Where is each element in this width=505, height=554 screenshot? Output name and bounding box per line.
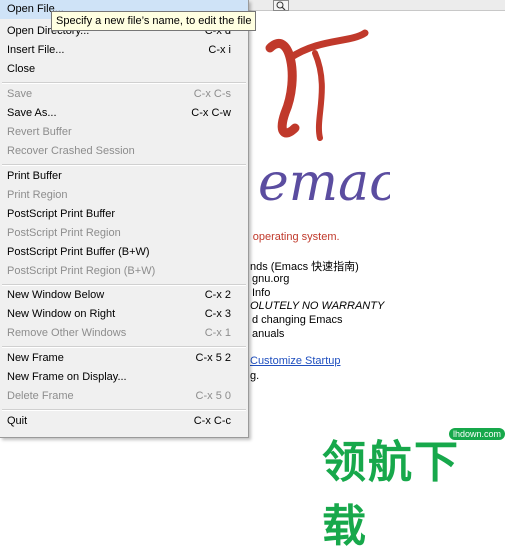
menu-item-new-window-right[interactable]: New Window on Right C-x 3: [0, 305, 248, 324]
file-menu: Open File... Open Directory... C-x d Inse…: [0, 0, 249, 438]
menu-separator: [2, 346, 246, 348]
menu-item-save-as[interactable]: Save As... C-x C-w: [0, 104, 248, 123]
os-line: ) operating system.: [246, 231, 340, 243]
tooltip: Specify a new file’s name, to edit the f…: [51, 11, 257, 31]
menu-item-remove-other-windows[interactable]: Remove Other Windows C-x 1: [0, 324, 248, 343]
menu-item-new-frame-display[interactable]: New Frame on Display...: [0, 368, 248, 387]
magnifier-icon: [276, 1, 286, 10]
logo-text: emacs: [258, 153, 390, 213]
menu-item-ps-print-buffer[interactable]: PostScript Print Buffer: [0, 205, 248, 224]
warranty-line: OLUTELY NO WARRANTY: [250, 300, 385, 312]
menu-item-new-window-below[interactable]: New Window Below C-x 2: [0, 286, 248, 305]
info-line: Info: [252, 287, 271, 299]
menu-item-save[interactable]: Save C-x C-s: [0, 85, 248, 104]
menu-item-ps-print-region-bw[interactable]: PostScript Print Region (B+W): [0, 262, 248, 281]
manuals-line: anuals: [252, 328, 285, 340]
g-line: g.: [250, 370, 260, 382]
gnu-line: gnu.org: [252, 273, 290, 285]
menu-separator: [2, 164, 246, 166]
changing-line: d changing Emacs: [252, 314, 343, 326]
search-toolbar-button[interactable]: [273, 0, 289, 11]
menu-item-delete-frame[interactable]: Delete Frame C-x 5 0: [0, 387, 248, 406]
menu-separator: [2, 82, 246, 84]
emacs-logo: emacs: [258, 29, 390, 213]
menu-item-print-buffer[interactable]: Print Buffer: [0, 167, 248, 186]
menu-item-print-region[interactable]: Print Region: [0, 186, 248, 205]
watermark-badge: lhdown.com: [448, 428, 505, 440]
menu-item-new-frame[interactable]: New Frame C-x 5 2: [0, 349, 248, 368]
customize-startup-link[interactable]: Customize Startup: [250, 355, 340, 367]
watermark-text: 领航下载: [322, 437, 460, 552]
menu-item-ps-print-buffer-bw[interactable]: PostScript Print Buffer (B+W): [0, 243, 248, 262]
watermark: 领航下载 lhdown.com: [322, 426, 505, 552]
menu-item-ps-print-region[interactable]: PostScript Print Region: [0, 224, 248, 243]
menu-item-recover-session[interactable]: Recover Crashed Session: [0, 142, 248, 161]
menu-item-close[interactable]: Close: [0, 60, 248, 79]
menu-item-insert-file[interactable]: Insert File... C-x i: [0, 41, 248, 60]
menu-item-quit[interactable]: Quit C-x C-c: [0, 412, 248, 431]
tutorial-line: nds (Emacs 快速指南): [250, 261, 359, 273]
menu-separator: [2, 409, 246, 411]
menu-item-revert-buffer[interactable]: Revert Buffer: [0, 123, 248, 142]
